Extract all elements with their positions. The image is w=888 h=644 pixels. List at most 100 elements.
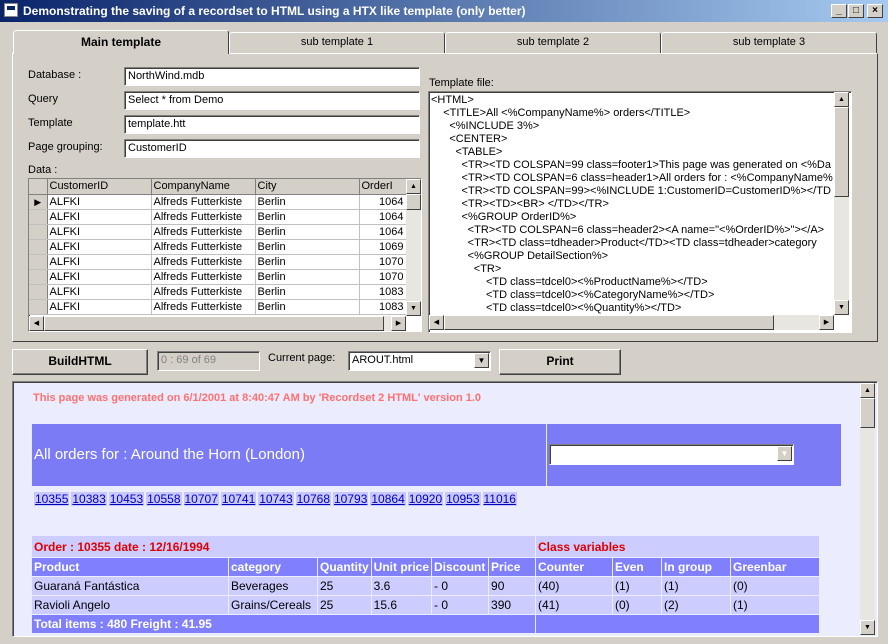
grid-hscroll-thumb[interactable] [44,316,384,331]
minimize-button[interactable]: _ [831,4,847,18]
table-row[interactable]: ALFKI Alfreds Futterkiste Berlin 1069 [29,239,407,255]
grid-cell[interactable]: Berlin [255,284,360,300]
row-selector[interactable] [29,209,48,225]
grid-cell[interactable]: 1083 [359,284,407,300]
grid-cell[interactable]: 1070 [359,269,407,285]
grid-cell[interactable]: ALFKI [47,254,152,270]
grid-cell[interactable]: Alfreds Futterkiste [151,209,256,225]
template-code[interactable]: <HTML> <TITLE>All <%CompanyName%> orders… [429,92,834,316]
preview-scroll-up-button[interactable]: ▲ [860,383,875,398]
grid-scroll-up-button[interactable]: ▲ [406,179,421,194]
order-link[interactable]: 10793 [333,492,369,506]
template-scroll-right-button[interactable]: ▶ [819,315,834,330]
template-file-editor[interactable]: <HTML> <TITLE>All <%CompanyName%> orders… [428,91,852,333]
grid-scroll-left-button[interactable]: ◀ [29,316,44,331]
build-html-button[interactable]: BuildHTML [12,349,148,375]
grid-cell[interactable]: 1064 [359,194,407,210]
order-link[interactable]: 10355 [34,492,70,506]
grid-cell[interactable]: Berlin [255,299,360,315]
tab-sub-template-3[interactable]: sub template 3 [661,32,877,54]
chevron-down-icon[interactable]: ▼ [474,353,489,368]
grid-cell[interactable]: Alfreds Futterkiste [151,254,256,270]
grid-cell[interactable]: 1083 [359,299,407,315]
company-select[interactable]: Select other company ▼ [549,444,794,465]
order-link[interactable]: 10768 [295,492,331,506]
order-link[interactable]: 10864 [370,492,406,506]
row-selector[interactable] [29,224,48,240]
preview-scroll-thumb[interactable] [860,398,875,428]
grid-scroll-thumb[interactable] [406,194,421,210]
grid-vertical-scrollbar[interactable]: ▲ ▼ [406,179,421,316]
current-page-select[interactable]: AROUT.html ▼ [348,351,491,371]
html-preview[interactable]: This page was generated on 6/1/2001 at 8… [12,381,878,637]
order-link[interactable]: 10383 [71,492,107,506]
grid-cell[interactable]: ALFKI [47,224,152,240]
table-row[interactable]: ALFKI Alfreds Futterkiste Berlin 1064 [29,224,407,240]
order-link[interactable]: 10558 [146,492,182,506]
table-row[interactable]: ▶ ALFKI Alfreds Futterkiste Berlin 1064 [29,194,407,210]
grid-cell[interactable]: Alfreds Futterkiste [151,224,256,240]
row-selector[interactable] [29,284,48,300]
order-link[interactable]: 10741 [220,492,257,506]
grid-cell[interactable]: Berlin [255,194,360,210]
order-link[interactable]: 10453 [108,492,145,506]
row-selector[interactable] [29,254,48,270]
print-button[interactable]: Print [499,349,621,375]
row-selector[interactable] [29,269,48,285]
page-grouping-input[interactable]: CustomerID [124,139,420,158]
order-link[interactable]: 10953 [445,492,481,506]
table-row[interactable]: ALFKI Alfreds Futterkiste Berlin 1083 [29,284,407,300]
template-scroll-down-button[interactable]: ▼ [834,300,849,315]
order-link[interactable]: 10920 [407,492,444,506]
grid-cell[interactable]: Berlin [255,269,360,285]
grid-cell[interactable]: Berlin [255,239,360,255]
grid-cell[interactable]: ALFKI [47,209,152,225]
table-row[interactable]: ALFKI Alfreds Futterkiste Berlin 1070 [29,254,407,270]
grid-cell[interactable]: ALFKI [47,269,152,285]
row-selector[interactable] [29,299,48,315]
template-scroll-up-button[interactable]: ▲ [834,92,849,107]
query-input[interactable]: Select * from Demo [124,91,420,110]
grid-cell[interactable]: ALFKI [47,239,152,255]
data-grid[interactable]: CustomerID CompanyName City OrderI ▶ ALFK… [28,178,422,332]
grid-cell[interactable]: 1064 [359,224,407,240]
maximize-button[interactable]: □ [848,4,864,18]
template-vertical-scrollbar[interactable]: ▲ ▼ [834,92,849,315]
order-link[interactable]: 10743 [258,492,294,506]
template-input[interactable]: template.htt [124,115,420,134]
tab-sub-template-2[interactable]: sub template 2 [445,32,661,54]
row-selector[interactable] [29,239,48,255]
template-scroll-thumb[interactable] [834,107,849,197]
row-selector[interactable]: ▶ [29,194,48,210]
grid-cell[interactable]: Berlin [255,209,360,225]
grid-cell[interactable]: ALFKI [47,299,152,315]
grid-cell[interactable]: Berlin [255,224,360,240]
chevron-down-icon[interactable]: ▼ [777,446,792,461]
grid-cell[interactable]: 1070 [359,254,407,270]
grid-cell[interactable]: Alfreds Futterkiste [151,239,256,255]
table-row[interactable]: ALFKI Alfreds Futterkiste Berlin 1083 [29,299,407,315]
order-link[interactable]: 10707 [183,492,219,506]
grid-header-city[interactable]: City [255,179,360,195]
preview-vertical-scrollbar[interactable]: ▲ ▼ [860,383,875,635]
grid-cell[interactable]: ALFKI [47,194,152,210]
table-row[interactable]: ALFKI Alfreds Futterkiste Berlin 1070 [29,269,407,285]
database-input[interactable]: NorthWind.mdb [124,67,420,86]
preview-scroll-down-button[interactable]: ▼ [860,620,875,635]
tab-sub-template-1[interactable]: sub template 1 [229,32,445,54]
grid-cell[interactable]: 1064 [359,209,407,225]
grid-cell[interactable]: ALFKI [47,284,152,300]
grid-cell[interactable]: Berlin [255,254,360,270]
grid-header-orderid[interactable]: OrderI [359,179,407,195]
grid-scroll-down-button[interactable]: ▼ [406,301,421,316]
grid-cell[interactable]: Alfreds Futterkiste [151,269,256,285]
template-scroll-left-button[interactable]: ◀ [429,315,444,330]
grid-horizontal-scrollbar[interactable]: ◀ ▶ [29,316,406,331]
grid-scroll-right-button[interactable]: ▶ [391,316,406,331]
grid-cell[interactable]: 1069 [359,239,407,255]
table-row[interactable]: ALFKI Alfreds Futterkiste Berlin 1064 [29,209,407,225]
close-button[interactable]: × [867,4,883,18]
grid-header-customerid[interactable]: CustomerID [47,179,152,195]
grid-cell[interactable]: Alfreds Futterkiste [151,284,256,300]
grid-cell[interactable]: Alfreds Futterkiste [151,299,256,315]
